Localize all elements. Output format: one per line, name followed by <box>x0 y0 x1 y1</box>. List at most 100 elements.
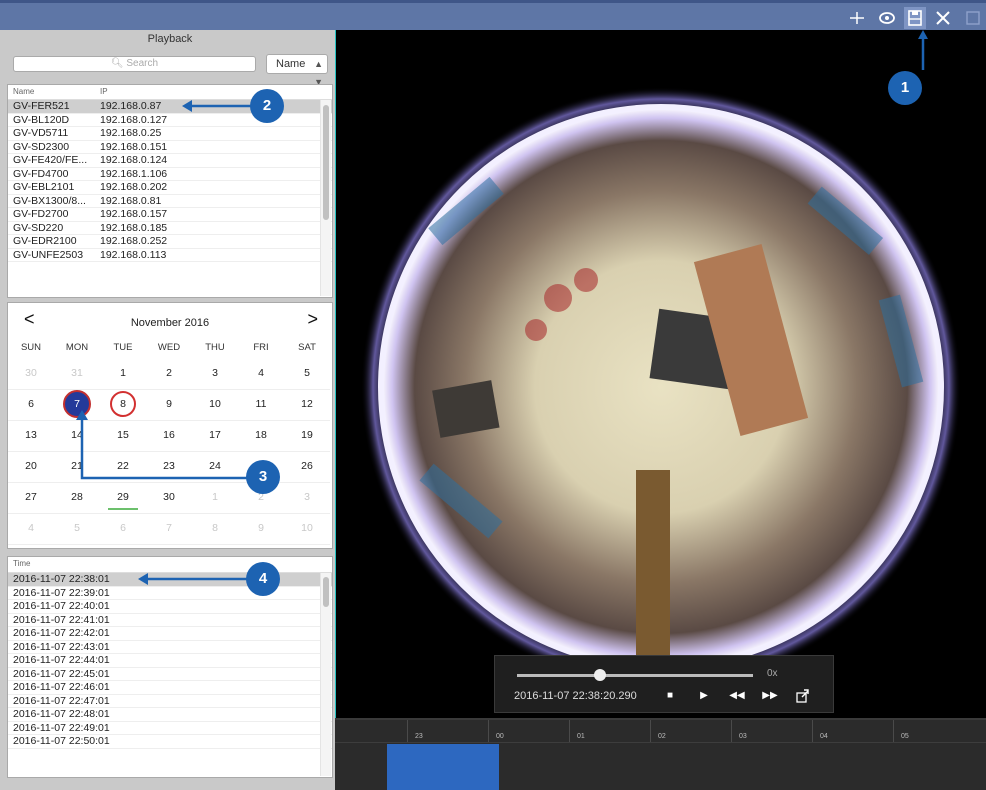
slider-knob[interactable] <box>593 669 606 681</box>
rewind-icon[interactable]: ◀◀ <box>728 687 746 705</box>
table-row[interactable]: GV-FE420/FE... 192.168.0.124 <box>8 154 332 168</box>
callout-1-arrow <box>918 30 928 70</box>
time-scrollbar[interactable] <box>320 573 331 776</box>
export-icon[interactable] <box>793 687 811 705</box>
calendar-day[interactable]: 30 <box>8 358 54 390</box>
weekday-label: FRI <box>253 342 269 353</box>
day-number: 5 <box>74 522 80 534</box>
device-ip: 192.168.1.106 <box>100 167 168 180</box>
table-row[interactable]: GV-BL120D 192.168.0.127 <box>8 114 332 127</box>
day-number: 3 <box>304 491 310 503</box>
calendar-day[interactable]: 5 <box>284 358 330 390</box>
time-row[interactable]: 2016-11-07 22:48:01 <box>8 708 332 722</box>
time-row[interactable]: 2016-11-07 22:42:01 <box>8 627 332 641</box>
window-icon[interactable] <box>962 7 984 29</box>
calendar-day[interactable]: 2 <box>146 358 192 390</box>
timeline-hour-label: 01 <box>577 733 585 740</box>
day-number: 2 <box>166 367 172 379</box>
progress-slider[interactable] <box>517 674 753 677</box>
time-row[interactable]: 2016-11-07 22:39:01 <box>8 587 332 600</box>
time-row[interactable]: 2016-11-07 22:47:01 <box>8 695 332 708</box>
calendar-day[interactable]: 5 <box>54 513 100 545</box>
weekday-label: WED <box>157 342 181 353</box>
weekday-label: SAT <box>298 342 316 353</box>
device-name: GV-BX1300/8... <box>13 194 86 207</box>
time-row[interactable]: 2016-11-07 22:41:01 <box>8 614 332 627</box>
timeline-scale: 23 00 01 02 03 04 05 <box>335 720 986 743</box>
calendar-day[interactable]: 26 <box>284 451 330 483</box>
device-scrollbar[interactable] <box>320 100 331 296</box>
calendar-day[interactable]: 10 <box>284 513 330 545</box>
device-name: GV-EDR2100 <box>13 235 77 247</box>
calendar-day[interactable]: 3 <box>192 358 238 390</box>
calendar-day[interactable]: 1 <box>100 358 146 390</box>
crosshair-icon[interactable] <box>846 7 868 29</box>
table-row[interactable]: GV-UNFE2503 192.168.0.113 <box>8 249 332 262</box>
table-row[interactable]: GV-EDR2100 192.168.0.252 <box>8 235 332 249</box>
day-number: 8 <box>212 522 218 534</box>
timeline[interactable]: 23 00 01 02 03 04 05 <box>335 718 986 790</box>
sort-value: Name <box>276 58 306 70</box>
day-number: 7 <box>166 522 172 534</box>
time-table: Time 2016-11-07 22:38:01 2016-11-07 22:39… <box>7 556 333 778</box>
eye-icon[interactable] <box>876 7 898 29</box>
calendar-day[interactable]: 12 <box>284 389 330 421</box>
calendar-day[interactable]: 9 <box>238 513 284 545</box>
device-ip: 192.168.0.151 <box>100 140 168 153</box>
time-row[interactable]: 2016-11-07 22:49:01 <box>8 722 332 735</box>
calendar-day[interactable]: 13 <box>8 420 54 452</box>
time-row[interactable]: 2016-11-07 22:40:01 <box>8 600 332 614</box>
save-icon[interactable] <box>904 7 926 29</box>
table-row[interactable]: GV-BX1300/8... 192.168.0.81 <box>8 194 332 208</box>
calendar-day[interactable]: 6 <box>100 513 146 545</box>
panel-title: Playback <box>147 33 193 45</box>
weekday-label: MON <box>65 342 89 353</box>
day-number: 6 <box>120 522 126 534</box>
calendar-day[interactable]: 8 <box>192 513 238 545</box>
col-name-header[interactable]: Name <box>13 87 34 96</box>
calendar-day[interactable]: 7 <box>146 513 192 545</box>
device-ip: 192.168.0.252 <box>100 235 168 247</box>
next-month-button[interactable]: > <box>307 309 318 330</box>
calendar-day[interactable]: 4 <box>8 513 54 545</box>
search-input[interactable]: 🔍︎ Search <box>13 56 256 72</box>
playback-controls: 0x 2016-11-07 22:38:20.290 ■ ▶ ◀◀ ▶▶ <box>494 655 834 713</box>
fast-forward-icon[interactable]: ▶▶ <box>761 687 779 705</box>
day-number: 19 <box>301 429 313 441</box>
callout-4: 4 <box>246 562 280 596</box>
stop-icon[interactable]: ■ <box>661 687 679 705</box>
table-row[interactable]: GV-FD2700 192.168.0.157 <box>8 208 332 222</box>
sort-select[interactable]: Name ▲ ▼ <box>266 54 328 87</box>
video-view[interactable]: 1 <box>335 30 986 718</box>
time-row[interactable]: 2016-11-07 22:44:01 <box>8 654 332 668</box>
tools-icon[interactable] <box>932 7 954 29</box>
calendar-day[interactable]: 20 <box>8 451 54 483</box>
calendar-day[interactable]: 31 <box>54 358 100 390</box>
recording-indicator <box>108 508 138 510</box>
recording-segment[interactable] <box>387 744 499 790</box>
col-time-header[interactable]: Time <box>13 559 30 568</box>
table-row[interactable]: GV-SD2300 192.168.0.151 <box>8 140 332 154</box>
calendar-day[interactable]: 4 <box>238 358 284 390</box>
table-row[interactable]: GV-EBL2101 192.168.0.202 <box>8 181 332 195</box>
calendar-day[interactable]: 27 <box>8 482 54 514</box>
device-name: GV-FD2700 <box>13 208 69 220</box>
calendar-day[interactable]: 19 <box>284 420 330 452</box>
time-row[interactable]: 2016-11-07 22:46:01 <box>8 681 332 695</box>
time-row[interactable]: 2016-11-07 22:50:01 <box>8 735 332 749</box>
calendar-day[interactable]: 6 <box>8 389 54 421</box>
calendar-day[interactable]: 3 <box>284 482 330 514</box>
day-number: 13 <box>25 429 37 441</box>
col-ip-header[interactable]: IP <box>100 87 108 96</box>
time-row[interactable]: 2016-11-07 22:45:01 <box>8 668 332 681</box>
scroll-thumb[interactable] <box>323 105 329 220</box>
time-row[interactable]: 2016-11-07 22:43:01 <box>8 641 332 654</box>
table-row[interactable]: GV-SD220 192.168.0.185 <box>8 222 332 235</box>
table-row[interactable]: GV-FD4700 192.168.1.106 <box>8 167 332 181</box>
table-row[interactable]: GV-VD5711 192.168.0.25 <box>8 127 332 141</box>
play-icon[interactable]: ▶ <box>695 687 713 705</box>
playback-timestamp: 2016-11-07 22:38:20.290 <box>514 690 637 702</box>
day-number: 1 <box>120 367 126 379</box>
timeline-hour-label: 04 <box>820 733 828 740</box>
scroll-thumb[interactable] <box>323 577 329 607</box>
